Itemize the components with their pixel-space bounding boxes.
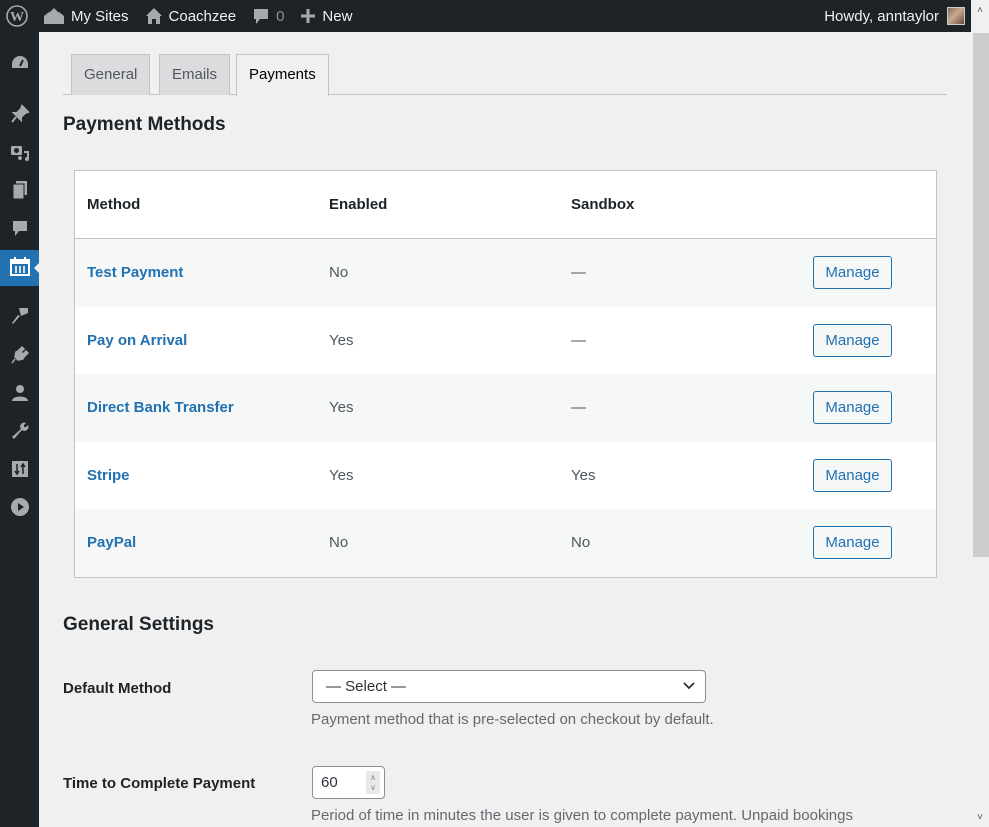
sandbox-value: Yes xyxy=(571,466,596,484)
sidebar-item-users[interactable] xyxy=(0,377,39,413)
new-content-menu[interactable]: New xyxy=(292,0,360,32)
method-link[interactable]: Direct Bank Transfer xyxy=(87,399,234,416)
sidebar-item-settings[interactable] xyxy=(0,453,39,489)
calendar-icon xyxy=(9,256,31,281)
dashboard-icon xyxy=(10,53,30,78)
enabled-value: Yes xyxy=(329,466,354,484)
pin-icon xyxy=(10,103,30,129)
number-spinner[interactable]: ∧ ∨ xyxy=(366,771,380,794)
table-row: Test Payment No — Manage xyxy=(75,239,936,307)
enabled-value: Yes xyxy=(329,331,354,349)
column-sandbox: Sandbox xyxy=(571,196,635,213)
sidebar-item-plugins[interactable] xyxy=(0,339,39,375)
pages-icon xyxy=(10,180,30,205)
sidebar-item-media-player[interactable] xyxy=(0,491,39,527)
spin-up-icon: ∧ xyxy=(370,772,376,782)
sidebar-item-posts[interactable] xyxy=(0,98,39,134)
enabled-value: Yes xyxy=(329,399,354,417)
general-settings-heading: General Settings xyxy=(63,614,214,635)
sidebar-item-pages[interactable] xyxy=(0,174,39,210)
column-enabled: Enabled xyxy=(329,196,388,213)
sidebar-item-bookings[interactable] xyxy=(0,250,39,286)
method-link[interactable]: Pay on Arrival xyxy=(87,332,187,349)
time-to-complete-input[interactable]: 60 ∧ ∨ xyxy=(312,766,385,799)
time-to-complete-description: Period of time in minutes the user is gi… xyxy=(311,807,853,824)
manage-button[interactable]: Manage xyxy=(813,256,892,290)
svg-text:W: W xyxy=(10,10,24,25)
my-sites-label: My Sites xyxy=(71,7,129,25)
sidebar-item-appearance[interactable] xyxy=(0,300,39,336)
scroll-up-icon[interactable]: ˄ xyxy=(971,2,989,18)
wordpress-menu[interactable]: W xyxy=(0,0,35,32)
settings-icon xyxy=(10,459,30,484)
play-icon xyxy=(10,497,30,522)
sidebar-item-tools[interactable] xyxy=(0,415,39,451)
table-header: Method Enabled Sandbox xyxy=(75,171,936,239)
enabled-value: No xyxy=(329,264,349,282)
method-link[interactable]: PayPal xyxy=(87,534,136,551)
tools-icon xyxy=(10,421,30,446)
account-menu[interactable]: Howdy, anntaylor xyxy=(824,7,971,25)
sidebar-item-comments[interactable] xyxy=(0,212,39,248)
table-row: Direct Bank Transfer Yes — Manage xyxy=(75,374,936,442)
plugins-icon xyxy=(10,345,30,370)
sandbox-value: No xyxy=(571,534,591,552)
sandbox-value: — xyxy=(571,331,586,349)
table-row: Stripe Yes Yes Manage xyxy=(75,442,936,510)
avatar xyxy=(947,7,965,25)
settings-tabs: General Emails Payments xyxy=(63,54,947,96)
manage-button[interactable]: Manage xyxy=(813,458,892,492)
home-icon xyxy=(145,7,163,25)
sandbox-value: — xyxy=(571,399,586,417)
method-link[interactable]: Stripe xyxy=(87,467,130,484)
media-icon xyxy=(10,143,30,168)
comment-count: 0 xyxy=(276,7,285,25)
payment-methods-table: Method Enabled Sandbox Test Payment No —… xyxy=(74,170,937,578)
manage-button[interactable]: Manage xyxy=(813,526,892,560)
sidebar-item-media[interactable] xyxy=(0,137,39,173)
method-link[interactable]: Test Payment xyxy=(87,264,183,281)
admin-bar: W My Sites Coachzee 0 New Howdy, anntayl… xyxy=(0,0,971,32)
default-method-select[interactable]: — Select — xyxy=(312,670,706,703)
spin-down-icon: ∨ xyxy=(370,782,376,792)
appearance-icon xyxy=(10,306,30,331)
site-name-label: Coachzee xyxy=(168,7,237,25)
default-method-description: Payment method that is pre-selected on c… xyxy=(311,711,714,728)
comments-menu[interactable]: 0 xyxy=(244,0,292,32)
my-sites-icon xyxy=(43,7,65,25)
new-label: New xyxy=(322,7,353,25)
tab-general[interactable]: General xyxy=(71,54,151,95)
tab-payments[interactable]: Payments xyxy=(236,54,329,96)
greeting: Howdy, anntaylor xyxy=(824,7,939,25)
my-sites-menu[interactable]: My Sites xyxy=(35,0,137,32)
column-method: Method xyxy=(87,196,141,213)
manage-button[interactable]: Manage xyxy=(813,323,892,357)
default-method-label: Default Method xyxy=(63,680,172,697)
table-row: Pay on Arrival Yes — Manage xyxy=(75,307,936,375)
default-method-value: — Select — xyxy=(326,678,407,695)
main-content: General Emails Payments Payment Methods … xyxy=(39,32,971,827)
time-to-complete-label: Time to Complete Payment xyxy=(63,775,256,792)
comment-icon xyxy=(252,7,270,25)
table-row: PayPal No No Manage xyxy=(75,509,936,577)
plus-icon xyxy=(300,8,316,24)
payment-methods-heading: Payment Methods xyxy=(63,114,226,135)
comments-icon xyxy=(10,218,30,243)
chevron-down-icon xyxy=(682,671,696,713)
users-icon xyxy=(10,383,30,408)
page-scrollbar[interactable]: ˄ ˅ xyxy=(971,0,989,827)
scroll-down-icon[interactable]: ˅ xyxy=(971,809,989,825)
site-name-menu[interactable]: Coachzee xyxy=(137,0,245,32)
manage-button[interactable]: Manage xyxy=(813,391,892,425)
sidebar-item-dashboard[interactable] xyxy=(0,47,39,83)
sandbox-value: — xyxy=(571,264,586,282)
wordpress-logo-icon: W xyxy=(6,5,28,27)
scrollbar-thumb[interactable] xyxy=(973,33,989,557)
time-to-complete-value: 60 xyxy=(321,774,338,791)
tab-emails[interactable]: Emails xyxy=(159,54,231,95)
admin-sidebar xyxy=(0,32,39,827)
enabled-value: No xyxy=(329,534,349,552)
